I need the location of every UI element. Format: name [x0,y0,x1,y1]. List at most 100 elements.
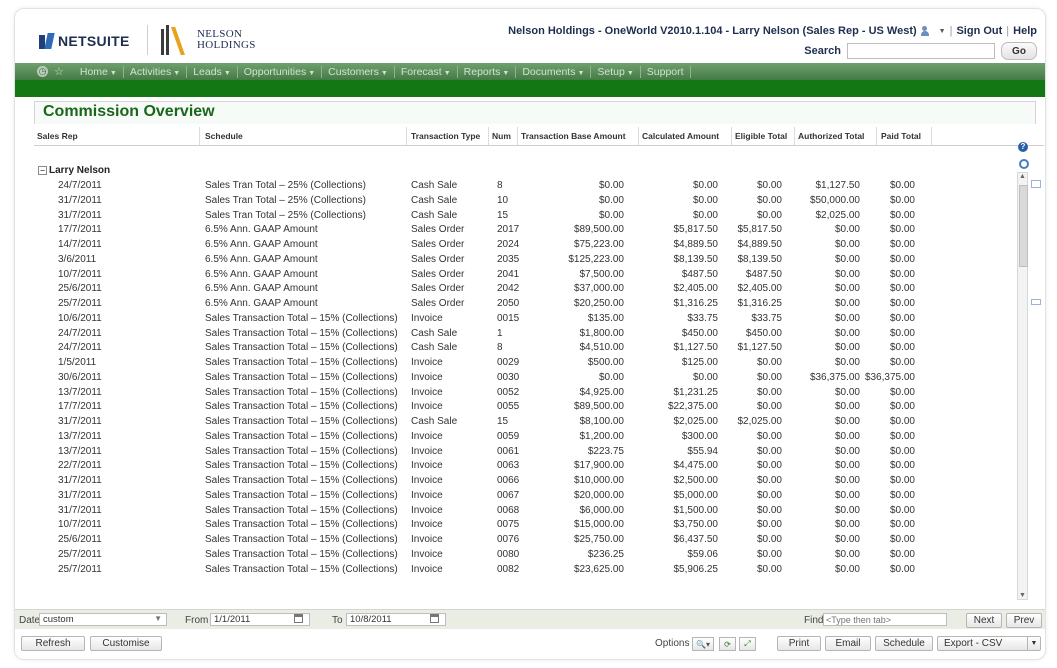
help-icon[interactable]: ? [1018,142,1028,152]
cell-schedule: Sales Transaction Total – 15% (Collectio… [205,401,398,413]
group-row-sales-rep[interactable]: − Larry Nelson [38,165,110,176]
email-button[interactable]: Email [825,636,871,651]
panel-resize-icon[interactable] [1031,299,1041,305]
nav-item-activities[interactable]: Activities ▼ [124,65,188,78]
refresh-view-icon[interactable]: ⟳ [719,637,736,651]
nav-item-support[interactable]: Support [641,65,691,78]
table-row[interactable]: 31/7/2011 Sales Tran Total – 25% (Collect… [34,209,1004,224]
nav-item-documents[interactable]: Documents ▼ [516,65,592,78]
scroll-thumb[interactable] [1019,185,1028,267]
cell-schedule: 6.5% Ann. GAAP Amount [205,268,318,280]
shortcuts-star-icon[interactable]: ☆ [54,65,64,78]
nav-item-home[interactable]: Home ▼ [74,65,124,78]
table-row[interactable]: 31/7/2011 Sales Transaction Total – 15% (… [34,504,1004,519]
col-divider [931,127,932,145]
table-row[interactable]: 24/7/2011 Sales Transaction Total – 15% (… [34,327,1004,342]
col-header-num[interactable]: Num [492,131,511,141]
table-row[interactable]: 10/7/2011 6.5% Ann. GAAP Amount Sales Orde… [34,268,1004,283]
header: NETSUITE NELSON HOLDINGS Nelson Holdings… [15,9,1045,63]
cell-paid-total: $0.00 [889,239,915,250]
calendar-icon[interactable] [294,614,303,623]
table-row[interactable]: 10/7/2011 Sales Transaction Total – 15% (… [34,518,1004,533]
gear-icon[interactable] [1019,159,1029,169]
table-row[interactable]: 1/5/2011 Sales Transaction Total – 15% (C… [34,356,1004,371]
calendar-icon[interactable] [430,614,439,623]
cell-schedule: 6.5% Ann. GAAP Amount [205,283,318,295]
account-info: Nelson Holdings - OneWorld V2010.1.104 -… [508,25,917,37]
cell-date: 24/7/2011 [58,327,102,339]
from-date-value: 1/1/2011 [214,614,251,625]
print-button[interactable]: Print [777,636,821,651]
sign-out-link[interactable]: Sign Out [956,25,1002,37]
table-row[interactable]: 31/7/2011 Sales Transaction Total – 15% (… [34,489,1004,504]
nav-item-customers[interactable]: Customers ▼ [322,65,395,78]
filter-bar: Date custom ▼ From 1/1/2011 To 10/8/2011… [15,609,1045,630]
table-row[interactable]: 25/7/2011 Sales Transaction Total – 15% (… [34,563,1004,578]
table-row[interactable]: 25/7/2011 6.5% Ann. GAAP Amount Sales Orde… [34,297,1004,312]
user-roles-icon[interactable] [920,26,935,36]
nav-item-leads[interactable]: Leads ▼ [187,65,238,78]
prev-button[interactable]: Prev [1006,613,1042,628]
help-link[interactable]: Help [1013,25,1037,37]
chevron-down-icon: ▼ [308,69,316,77]
col-header-authorized-total[interactable]: Authorized Total [798,131,864,141]
cell-schedule: Sales Transaction Total – 15% (Collectio… [205,504,398,516]
table-row[interactable]: 31/7/2011 Sales Tran Total – 25% (Collect… [34,194,1004,209]
table-row[interactable]: 3/6/2011 6.5% Ann. GAAP Amount Sales Order… [34,253,1004,268]
scroll-down-icon[interactable]: ▼ [1019,592,1026,599]
table-row[interactable]: 31/7/2011 Sales Transaction Total – 15% (… [34,474,1004,489]
cell-paid-total: $0.00 [889,298,915,309]
collapse-icon[interactable]: − [38,166,47,175]
find-input[interactable] [823,613,947,626]
nav-item-opportunities[interactable]: Opportunities ▼ [238,65,323,78]
refresh-button[interactable]: Refresh [21,636,85,651]
table-row[interactable]: 25/6/2011 6.5% Ann. GAAP Amount Sales Orde… [34,282,1004,297]
chevron-down-icon[interactable]: ▼ [939,28,946,35]
cell-paid-total: $0.00 [889,401,915,413]
table-row[interactable]: 13/7/2011 Sales Transaction Total – 15% (… [34,430,1004,445]
search-input[interactable] [847,43,995,59]
app-window: NETSUITE NELSON HOLDINGS Nelson Holdings… [14,8,1046,660]
table-row[interactable]: 25/7/2011 Sales Transaction Total – 15% (… [34,548,1004,563]
table-row[interactable]: 17/7/2011 6.5% Ann. GAAP Amount Sales Orde… [34,223,1004,238]
recent-records-icon[interactable]: ◷ [37,66,48,77]
table-row[interactable]: 13/7/2011 Sales Transaction Total – 15% (… [34,445,1004,460]
cell-paid-total: $0.00 [889,445,915,457]
table-scrollbar[interactable]: ▲ ▼ [1017,172,1028,600]
col-header-transaction-base-amount[interactable]: Transaction Base Amount [521,131,626,141]
next-button[interactable]: Next [966,613,1002,628]
panel-toggle-icon[interactable] [1031,180,1041,188]
scroll-up-icon[interactable]: ▲ [1019,173,1026,180]
table-row[interactable]: 31/7/2011 Sales Transaction Total – 15% (… [34,415,1004,430]
table-row[interactable]: 14/7/2011 6.5% Ann. GAAP Amount Sales Orde… [34,238,1004,253]
customise-button[interactable]: Customise [90,636,162,651]
options-dropdown[interactable]: 🔍▾ [692,637,714,651]
table-side-tools: ? [1018,142,1028,152]
table-row[interactable]: 10/6/2011 Sales Transaction Total – 15% (… [34,312,1004,327]
table-row[interactable]: 25/6/2011 Sales Transaction Total – 15% (… [34,533,1004,548]
options-label: Options [655,638,690,649]
table-row[interactable]: 24/7/2011 Sales Tran Total – 25% (Collect… [34,179,1004,194]
col-header-paid-total[interactable]: Paid Total [881,131,921,141]
netsuite-logo[interactable]: NETSUITE [39,33,130,49]
col-header-eligible-total[interactable]: Eligible Total [735,131,787,141]
expand-view-icon[interactable]: ⤢ [739,637,756,651]
nav-item-setup[interactable]: Setup ▼ [591,65,641,78]
go-button[interactable]: Go [1001,42,1037,60]
col-divider [488,127,489,145]
table-row[interactable]: 22/7/2011 Sales Transaction Total – 15% (… [34,459,1004,474]
col-header-sales-rep[interactable]: Sales Rep [37,131,78,141]
table-row[interactable]: 24/7/2011 Sales Transaction Total – 15% (… [34,341,1004,356]
nav-item-forecast[interactable]: Forecast ▼ [395,65,458,78]
date-select[interactable]: custom ▼ [39,613,167,626]
chevron-down-icon[interactable]: ▼ [1027,637,1040,650]
export-csv-button[interactable]: Export - CSV ▼ [937,636,1041,651]
table-row[interactable]: 30/6/2011 Sales Transaction Total – 15% (… [34,371,1004,386]
col-header-calculated-amount[interactable]: Calculated Amount [642,131,719,141]
col-header-schedule[interactable]: Schedule [205,131,243,141]
col-header-transaction-type[interactable]: Transaction Type [411,131,480,141]
table-row[interactable]: 13/7/2011 Sales Transaction Total – 15% (… [34,386,1004,401]
table-row[interactable]: 17/7/2011 Sales Transaction Total – 15% (… [34,400,1004,415]
nav-item-reports[interactable]: Reports ▼ [458,65,517,78]
schedule-button[interactable]: Schedule [875,636,933,651]
